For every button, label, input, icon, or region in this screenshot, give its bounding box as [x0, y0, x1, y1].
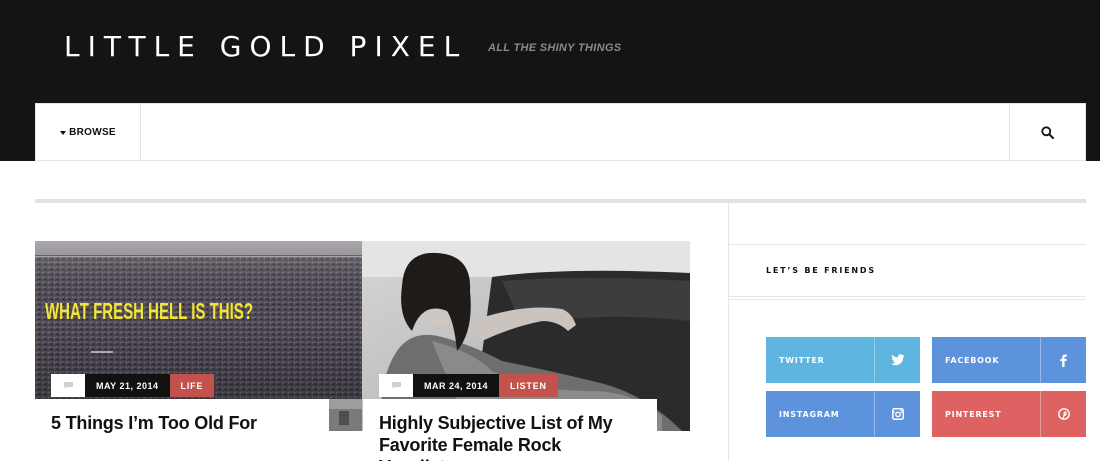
post-date: MAY 21, 2014 [85, 374, 170, 397]
comments-link[interactable] [379, 374, 413, 397]
browse-label: BROWSE [69, 126, 116, 138]
social-label: TWITTER [779, 355, 825, 365]
post-title-card: 5 Things I’m Too Old For [35, 399, 329, 461]
social-label: PINTEREST [945, 409, 1002, 419]
site-title[interactable]: LITTLE GOLD PIXEL [64, 30, 467, 63]
sidebar-divider [729, 299, 1086, 300]
facebook-icon [1060, 354, 1067, 367]
pinterest-icon [1057, 408, 1070, 420]
nav-bar: BROWSE [35, 103, 1086, 161]
sidebar-divider [729, 296, 1086, 297]
caret-down-icon [60, 130, 67, 135]
post-title[interactable]: Highly Subjective List of My Favorite Fe… [379, 412, 641, 461]
sidebar-border [728, 203, 729, 461]
sidebar-divider [729, 244, 1086, 245]
facebook-button[interactable]: FACEBOOK [932, 337, 1086, 383]
twitter-button[interactable]: TWITTER [766, 337, 920, 383]
search-icon [1041, 125, 1054, 139]
post-meta: MAY 21, 2014 LIFE [51, 374, 215, 397]
instagram-icon [891, 408, 904, 420]
image-caption: WHAT FRESH HELL IS THIS? [45, 298, 253, 324]
post-title[interactable]: 5 Things I’m Too Old For [51, 412, 313, 434]
category-badge[interactable]: LIFE [169, 374, 215, 397]
post-image-thumb [329, 399, 362, 431]
browse-menu-button[interactable]: BROWSE [36, 104, 141, 160]
post-date: MAR 24, 2014 [413, 374, 500, 397]
social-label: INSTAGRAM [779, 409, 840, 419]
instagram-button[interactable]: INSTAGRAM [766, 391, 920, 437]
pinterest-button[interactable]: PINTEREST [932, 391, 1086, 437]
content-divider [35, 199, 1086, 203]
twitter-icon [890, 354, 904, 366]
post-meta: MAR 24, 2014 LISTEN [379, 374, 558, 397]
category-badge[interactable]: LISTEN [499, 374, 558, 397]
comment-icon [63, 382, 73, 389]
post-title-card: Highly Subjective List of My Favorite Fe… [363, 399, 657, 461]
comment-icon [391, 382, 401, 389]
comments-link[interactable] [51, 374, 85, 397]
widget-title: LET’S BE FRIENDS [766, 266, 876, 275]
site-tagline: ALL THE SHINY THINGS [488, 42, 622, 54]
social-label: FACEBOOK [945, 355, 1000, 365]
search-button[interactable] [1009, 104, 1085, 160]
